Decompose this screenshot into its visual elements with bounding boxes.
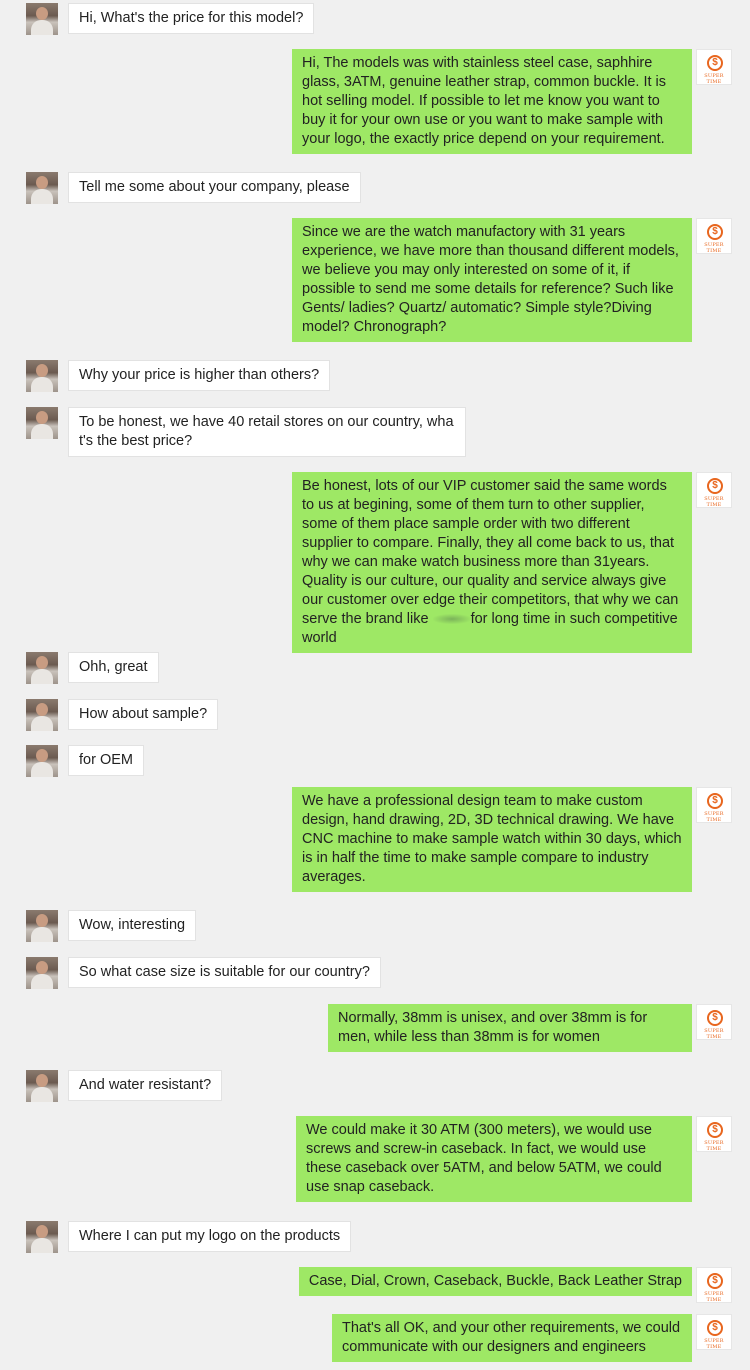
customer-message: Where I can put my logo on the products	[68, 1221, 352, 1252]
customer-message: Tell me some about your company, please	[68, 172, 361, 203]
supplier-message: Hi, The models was with stainless steel …	[292, 49, 692, 154]
customer-avatar[interactable]	[26, 1070, 58, 1102]
supplier-avatar[interactable]: $ SUPER TIME	[696, 49, 732, 85]
dollar-circle-icon: $	[707, 1122, 723, 1138]
supplier-avatar[interactable]: $ SUPER TIME	[696, 1267, 732, 1303]
customer-avatar[interactable]	[26, 1221, 58, 1253]
supplier-avatar[interactable]: $ SUPER TIME	[696, 1004, 732, 1040]
supplier-message: Since we are the watch manufactory with …	[292, 218, 692, 342]
supplier-message: That's all OK, and your other requiremen…	[332, 1314, 692, 1362]
dollar-circle-icon: $	[707, 55, 723, 71]
dollar-circle-icon: $	[707, 1273, 723, 1289]
customer-avatar[interactable]	[26, 910, 58, 942]
customer-avatar[interactable]	[26, 172, 58, 204]
supplier-message: Case, Dial, Crown, Caseback, Buckle, Bac…	[298, 1267, 692, 1296]
customer-message: for OEM	[68, 745, 144, 776]
supplier-message: Normally, 38mm is unisex, and over 38mm …	[328, 1004, 692, 1052]
dollar-circle-icon: $	[707, 224, 723, 240]
supplier-avatar[interactable]: $ SUPER TIME	[696, 1314, 732, 1350]
customer-message: Wow, interesting	[68, 910, 197, 941]
supplier-avatar[interactable]: $ SUPER TIME	[696, 1116, 732, 1152]
customer-message: And water resistant?	[68, 1070, 223, 1101]
supplier-message: Be honest, lots of our VIP customer said…	[292, 472, 692, 653]
dollar-circle-icon: $	[707, 793, 723, 809]
supplier-message: We could make it 30 ATM (300 meters), we…	[296, 1116, 692, 1202]
customer-message: Why your price is higher than others?	[68, 360, 331, 391]
customer-message: To be honest, we have 40 retail stores o…	[68, 407, 466, 457]
customer-avatar[interactable]	[26, 3, 58, 35]
customer-avatar[interactable]	[26, 407, 58, 439]
customer-avatar[interactable]	[26, 745, 58, 777]
supplier-avatar[interactable]: $ SUPER TIME	[696, 218, 732, 254]
dollar-circle-icon: $	[707, 1320, 723, 1336]
blurred-brand-name	[432, 614, 471, 625]
supplier-message: We have a professional design team to ma…	[292, 787, 692, 892]
customer-message: Ohh, great	[68, 652, 159, 683]
dollar-circle-icon: $	[707, 1010, 723, 1026]
customer-avatar[interactable]	[26, 652, 58, 684]
dollar-circle-icon: $	[707, 478, 723, 494]
customer-avatar[interactable]	[26, 360, 58, 392]
supplier-avatar[interactable]: $ SUPER TIME	[696, 787, 732, 823]
customer-message: How about sample?	[68, 699, 219, 730]
customer-message: So what case size is suitable for our co…	[68, 957, 381, 988]
customer-message: Hi, What's the price for this model?	[68, 3, 315, 34]
customer-avatar[interactable]	[26, 699, 58, 731]
supplier-avatar[interactable]: $ SUPER TIME	[696, 472, 732, 508]
customer-avatar[interactable]	[26, 957, 58, 989]
